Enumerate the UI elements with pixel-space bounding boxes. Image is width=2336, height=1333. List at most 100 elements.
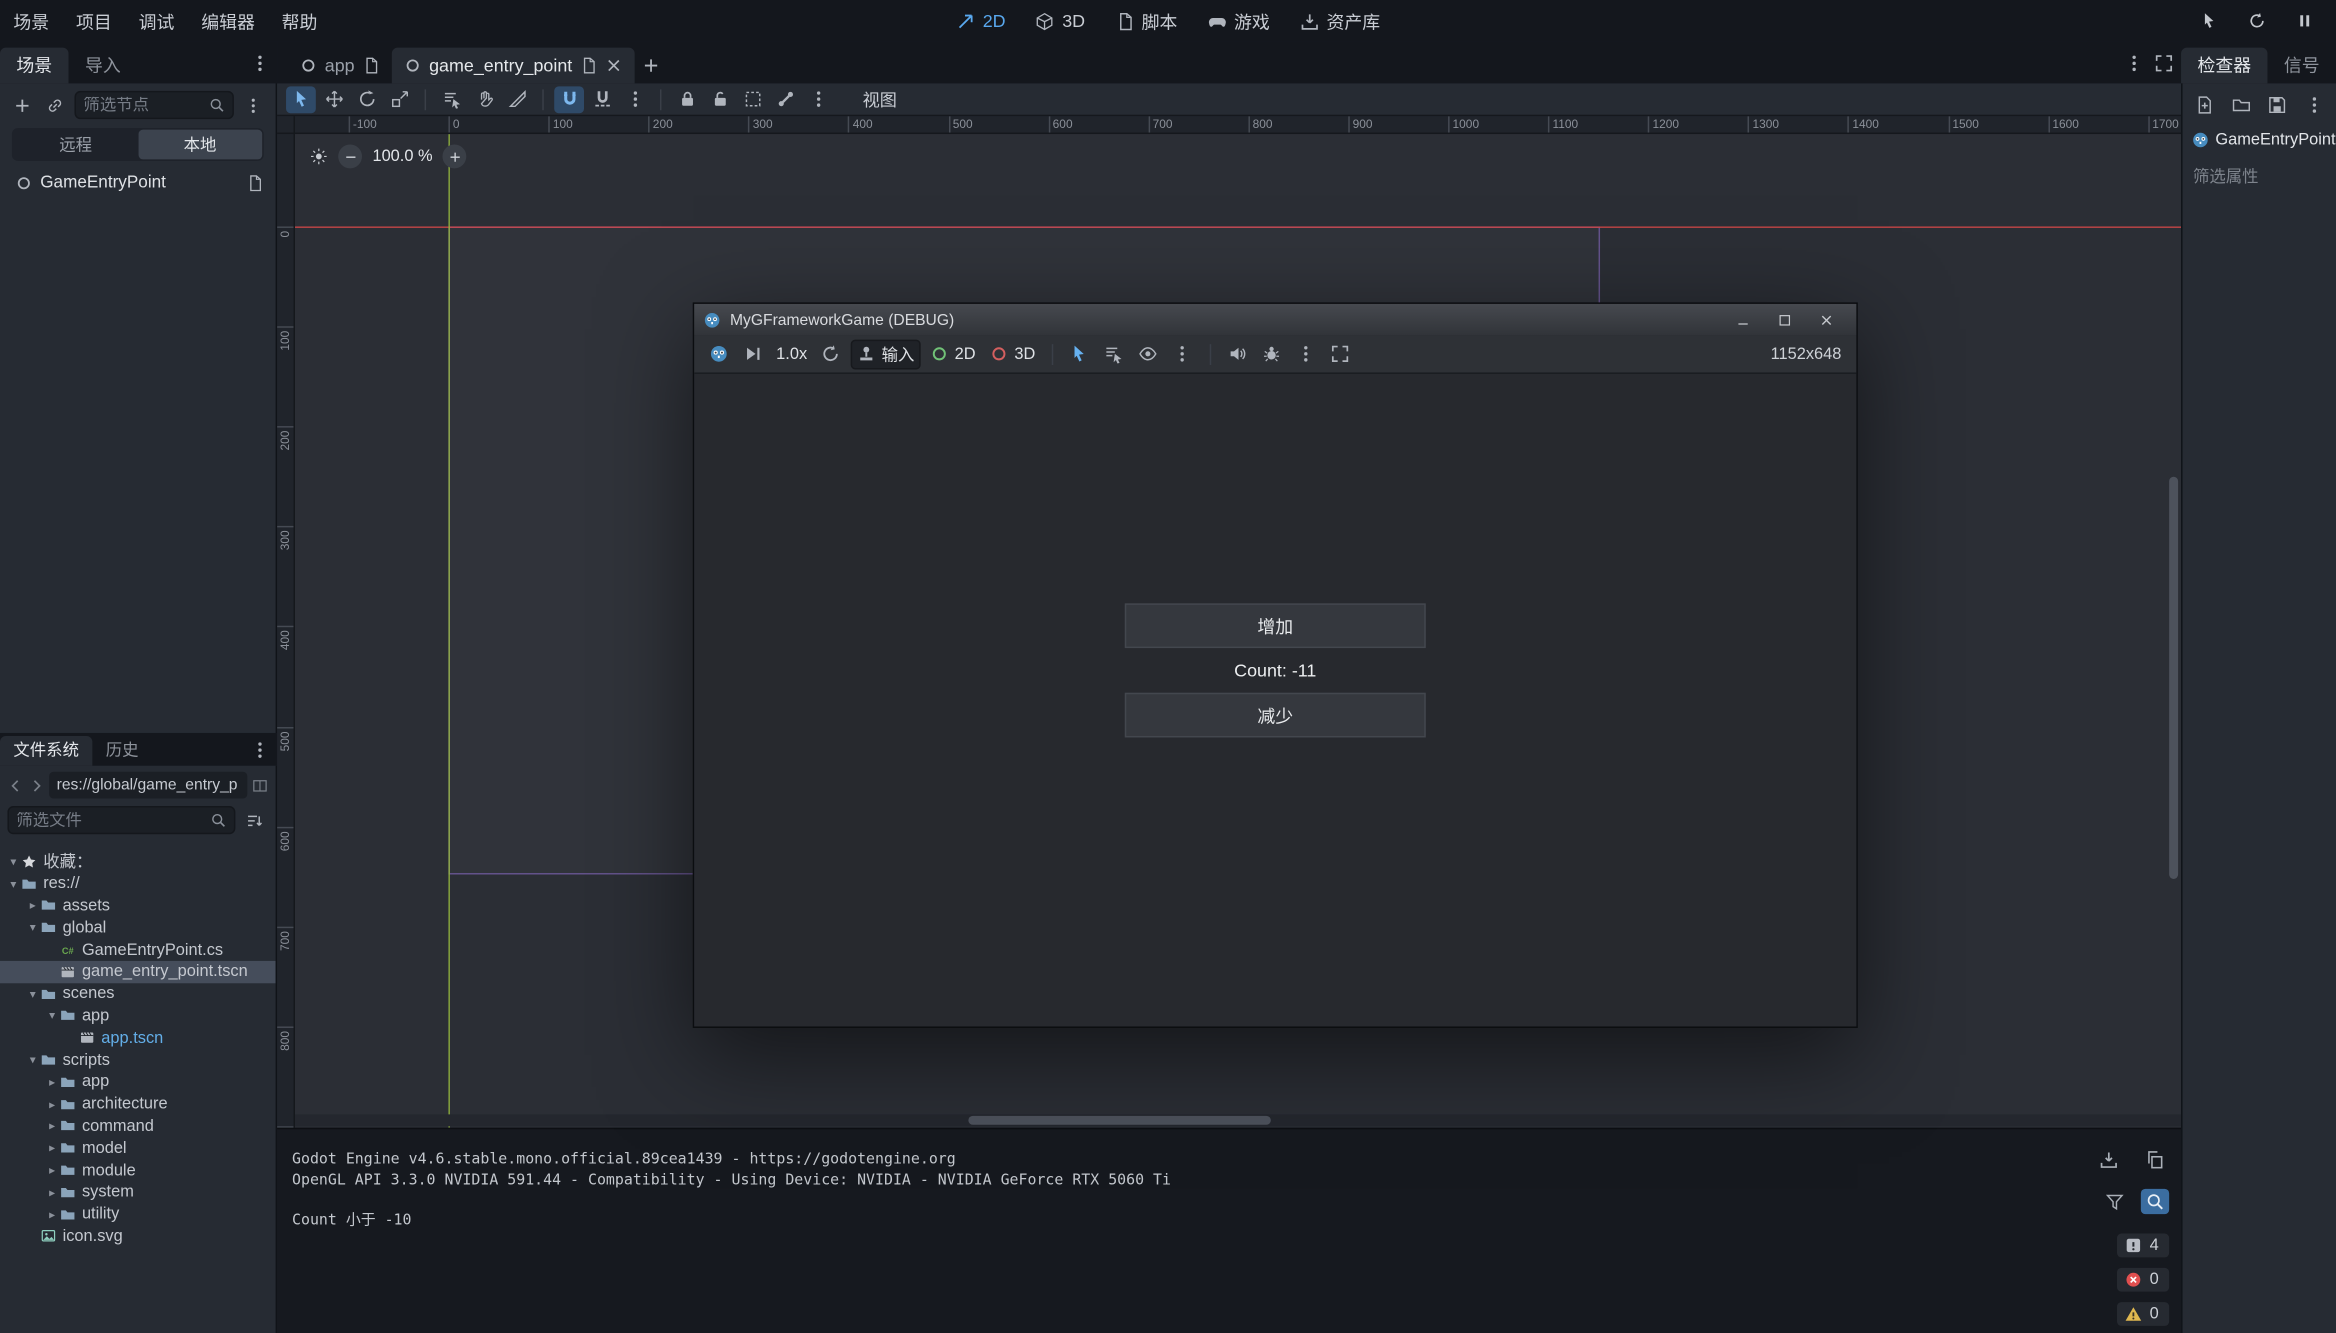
file-gameentrypoint.cs[interactable]: C#GameEntryPoint.cs — [0, 939, 276, 961]
minimize-button[interactable] — [1722, 304, 1764, 335]
scene-filter-field[interactable] — [74, 91, 233, 119]
file-scenes[interactable]: ▾scenes — [0, 983, 276, 1005]
forward-icon[interactable] — [28, 777, 44, 793]
scene-tab-app[interactable]: app — [288, 48, 392, 84]
tree-arrow[interactable]: ▸ — [45, 1208, 60, 1221]
file-module[interactable]: ▸module — [0, 1159, 276, 1181]
save-resource-button[interactable] — [2265, 91, 2290, 118]
instance-scene-button[interactable] — [42, 92, 69, 119]
scene-tree-options-button[interactable] — [240, 92, 267, 119]
toggle-visibility-button[interactable] — [1134, 339, 1164, 369]
file-system[interactable]: ▸system — [0, 1181, 276, 1203]
segment-remote[interactable]: 远程 — [13, 130, 137, 160]
camera-options-button[interactable] — [1168, 339, 1198, 369]
scene-root-node[interactable]: GameEntryPoint — [0, 165, 276, 192]
workspace-2d[interactable]: 2D — [942, 6, 1018, 36]
zoom-level[interactable]: 100.0 % — [369, 147, 435, 165]
menu-project[interactable]: 项目 — [63, 4, 126, 38]
input-toggle-button[interactable]: 输入 — [850, 339, 920, 369]
pause-scene-button[interactable] — [2291, 7, 2318, 34]
path-breadcrumb[interactable]: res://global/game_entry_p — [49, 772, 247, 799]
tab-import[interactable]: 导入 — [69, 48, 138, 84]
mode-2d-button[interactable]: 2D — [925, 339, 980, 369]
file-filter-input[interactable] — [16, 811, 210, 829]
skeleton-options-button[interactable] — [770, 86, 800, 113]
tree-arrow[interactable]: ▸ — [25, 899, 40, 912]
rotate-tool-button[interactable] — [352, 86, 382, 113]
menu-editor[interactable]: 编辑器 — [188, 4, 268, 38]
workspace-assetlib[interactable]: 资产库 — [1286, 4, 1393, 38]
filesystem-dock-menu-icon[interactable] — [250, 740, 269, 759]
file-global[interactable]: ▾global — [0, 917, 276, 939]
node-select-list-button[interactable] — [1099, 339, 1129, 369]
embed-window-button[interactable] — [1326, 339, 1356, 369]
split-view-icon[interactable] — [252, 777, 268, 793]
new-scene-tab-button[interactable] — [635, 48, 668, 84]
zoom-in-button[interactable] — [443, 145, 467, 169]
pan-tool-button[interactable] — [469, 86, 499, 113]
canvas-hscrollbar[interactable] — [968, 1116, 1270, 1125]
workspace-3d[interactable]: 3D — [1022, 6, 1098, 36]
mute-audio-button[interactable] — [1223, 339, 1253, 369]
file-res[interactable]: ▾res:// — [0, 873, 276, 895]
file-app.tscn[interactable]: app.tscn — [0, 1027, 276, 1049]
file-item[interactable]: ▾收藏： — [0, 851, 276, 873]
scale-tool-button[interactable] — [384, 86, 414, 113]
remote-pick-button[interactable] — [2196, 7, 2223, 34]
scene-tab-list-icon[interactable] — [2124, 53, 2143, 72]
load-resource-button[interactable] — [2228, 91, 2253, 118]
back-icon[interactable] — [7, 777, 23, 793]
file-architecture[interactable]: ▸architecture — [0, 1093, 276, 1115]
scene-dock-menu-icon[interactable] — [250, 53, 269, 72]
tree-arrow[interactable]: ▸ — [45, 1164, 60, 1177]
debug-options-button[interactable] — [1257, 339, 1287, 369]
file-icon.svg[interactable]: icon.svg — [0, 1225, 276, 1247]
inspector-options-button[interactable] — [2302, 91, 2327, 118]
menu-help[interactable]: 帮助 — [268, 4, 331, 38]
scene-filter-input[interactable] — [83, 96, 208, 114]
mode-3d-button[interactable]: 3D — [985, 339, 1040, 369]
tree-arrow[interactable]: ▸ — [45, 1186, 60, 1199]
tree-arrow[interactable]: ▾ — [25, 1053, 40, 1066]
distraction-free-icon[interactable] — [2154, 53, 2173, 72]
errors-badge[interactable]: 0 — [2117, 1268, 2169, 1292]
tree-arrow[interactable]: ▾ — [25, 921, 40, 934]
tab-history[interactable]: 历史 — [92, 736, 152, 766]
tab-scene[interactable]: 场景 — [0, 48, 69, 84]
scene-tab-game-entry-point[interactable]: game_entry_point — [392, 48, 635, 84]
tab-close-icon[interactable] — [605, 57, 623, 75]
file-utility[interactable]: ▸utility — [0, 1203, 276, 1225]
grid-snap-button[interactable] — [587, 86, 617, 113]
attached-script-icon[interactable] — [246, 174, 264, 192]
tree-arrow[interactable]: ▾ — [25, 987, 40, 1000]
snap-options-button[interactable] — [620, 86, 650, 113]
tab-inspector[interactable]: 检查器 — [2181, 48, 2267, 84]
file-scripts[interactable]: ▾scripts — [0, 1049, 276, 1071]
add-node-button[interactable] — [9, 92, 36, 119]
file-model[interactable]: ▸model — [0, 1137, 276, 1159]
ruler-tool-button[interactable] — [502, 86, 532, 113]
unlock-object-button[interactable] — [705, 86, 735, 113]
next-frame-button[interactable] — [737, 339, 767, 369]
tree-arrow[interactable]: ▸ — [45, 1120, 60, 1133]
workspace-game[interactable]: 游戏 — [1194, 4, 1283, 38]
file-assets[interactable]: ▸assets — [0, 895, 276, 917]
lock-object-button[interactable] — [672, 86, 702, 113]
sort-files-button[interactable] — [241, 807, 268, 834]
copy-log-button[interactable] — [2141, 1147, 2169, 1172]
warnings-badge[interactable]: 0 — [2117, 1302, 2169, 1326]
file-app[interactable]: ▾app — [0, 1005, 276, 1027]
more-options-button[interactable] — [1292, 339, 1322, 369]
maximize-button[interactable] — [1764, 304, 1806, 335]
file-game-entry-point.tscn[interactable]: game_entry_point.tscn — [0, 961, 276, 983]
reload-project-button[interactable] — [2244, 7, 2271, 34]
tree-arrow[interactable]: ▸ — [45, 1142, 60, 1155]
file-app[interactable]: ▸app — [0, 1071, 276, 1093]
file-filter-field[interactable] — [7, 806, 235, 834]
filter-log-button[interactable] — [2101, 1189, 2129, 1214]
close-button[interactable] — [1806, 304, 1848, 335]
view-menu-button[interactable]: 视图 — [851, 86, 909, 113]
inspected-node-row[interactable]: GameEntryPoint... — [2183, 122, 2336, 149]
new-resource-button[interactable] — [2191, 91, 2216, 118]
messages-badge[interactable]: 4 — [2117, 1234, 2169, 1258]
